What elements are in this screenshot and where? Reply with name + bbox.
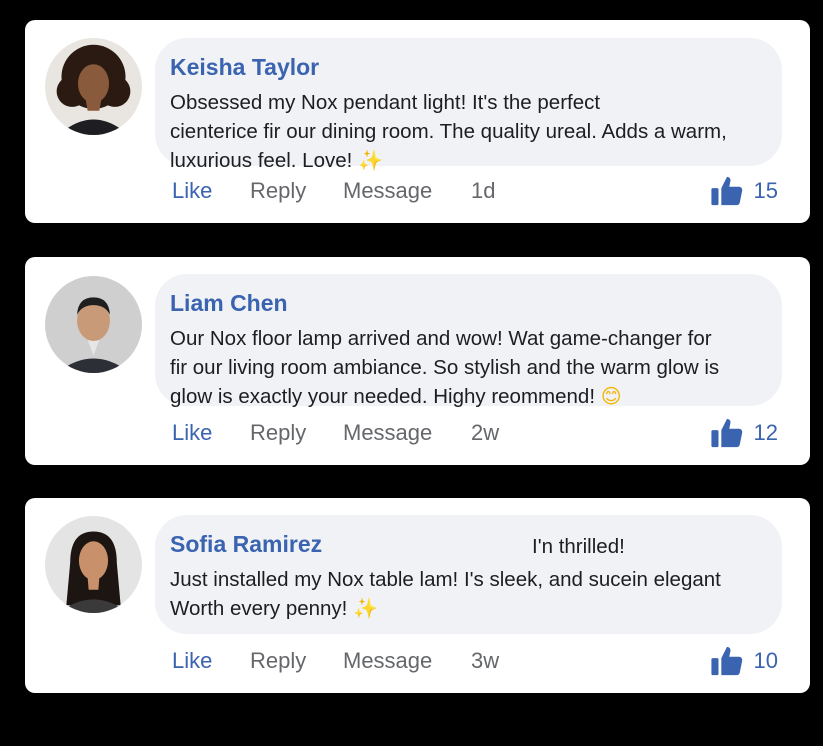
comment-card: Sofia Ramirez I'n thrilled! Just install… [25, 498, 810, 693]
sparkles-emoji: ✨ [358, 148, 383, 172]
avatar-keisha-image [45, 38, 142, 135]
like-count[interactable]: 15 [710, 174, 778, 208]
comment-line-text: luxurious feel. Love! [170, 149, 359, 172]
thumbs-up-icon [710, 646, 742, 676]
comment-text: Obsessed my Nox pendant light! It's the … [170, 88, 775, 175]
comment-bubble: Liam Chen Our Nox floor lamp arrived and… [155, 274, 782, 408]
message-button[interactable]: Message [343, 648, 432, 674]
thumbs-up-icon [710, 176, 742, 206]
avatar-sofia-image [45, 516, 142, 613]
comment-bubble: Sofia Ramirez I'n thrilled! Just install… [155, 515, 782, 634]
comment-line-text: glow is exactly your needed. Highy reomm… [170, 385, 601, 408]
comment-timestamp: 3w [471, 648, 500, 673]
avatar[interactable] [45, 38, 142, 135]
comment-bubble: Keisha Taylor Obsessed my Nox pendant li… [155, 38, 782, 172]
comment-note: I'n thrilled! [532, 535, 625, 558]
comment-line: Just installed my Nox table lam! I's sle… [170, 568, 721, 591]
comment-line: fir our living room ambiance. So stylish… [170, 356, 720, 379]
comment-text: Our Nox floor lamp arrived and wow! Wat … [170, 324, 775, 411]
commenter-name[interactable]: Keisha Taylor [170, 54, 319, 81]
comment-timestamp: 1d [471, 178, 496, 203]
comment-timestamp: 2w [471, 420, 500, 445]
like-count-value: 10 [753, 648, 778, 673]
comment-line: luxurious feel. Love! ✨ [170, 146, 775, 175]
like-count[interactable]: 10 [710, 644, 778, 678]
avatar[interactable] [45, 276, 142, 373]
comment-line: Obsessed my Nox pendant light! It's the … [170, 91, 601, 114]
like-button[interactable]: Like [172, 648, 212, 674]
like-button[interactable]: Like [172, 178, 212, 204]
reply-button[interactable]: Reply [250, 178, 306, 204]
smiling-face-emoji: 😊 [600, 384, 622, 408]
comment-line: Our Nox floor lamp arrived and wow! Wat … [170, 327, 712, 350]
commenter-name[interactable]: Sofia Ramirez [170, 531, 322, 558]
comment-line-text: Worth every penny! [170, 597, 354, 620]
comment-line: Worth every penny! ✨ [170, 594, 775, 623]
thumbs-up-icon [710, 418, 742, 448]
message-button[interactable]: Message [343, 420, 432, 446]
like-count[interactable]: 12 [710, 416, 778, 450]
avatar[interactable] [45, 516, 142, 613]
like-count-value: 12 [753, 420, 778, 445]
like-button[interactable]: Like [172, 420, 212, 446]
comment-text: Just installed my Nox table lam! I's sle… [170, 565, 775, 623]
like-count-value: 15 [753, 178, 778, 203]
comment-card: Liam Chen Our Nox floor lamp arrived and… [25, 257, 810, 465]
comment-line: cienterice fir our dining room. The qual… [170, 120, 727, 143]
sparkles-emoji: ✨ [353, 596, 378, 620]
reply-button[interactable]: Reply [250, 420, 306, 446]
message-button[interactable]: Message [343, 178, 432, 204]
comment-card: Keisha Taylor Obsessed my Nox pendant li… [25, 20, 810, 223]
comment-actions: Like Reply Message 3w 10 [25, 646, 810, 678]
comment-actions: Like Reply Message 1d 15 [25, 176, 810, 208]
comment-actions: Like Reply Message 2w 12 [25, 418, 810, 450]
commenter-name[interactable]: Liam Chen [170, 290, 288, 317]
avatar-liam-image [45, 276, 142, 373]
reply-button[interactable]: Reply [250, 648, 306, 674]
comment-line: glow is exactly your needed. Highy reomm… [170, 382, 775, 411]
